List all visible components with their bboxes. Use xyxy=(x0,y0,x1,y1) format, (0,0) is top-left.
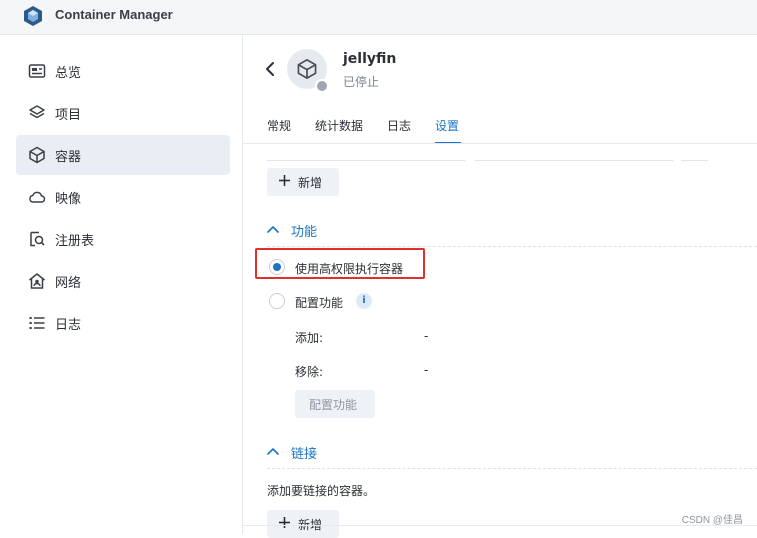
tab-general[interactable]: 常规 xyxy=(267,117,291,134)
sidebar: 总览 项目 容器 映像 注册表 网络 日志 xyxy=(0,35,243,534)
container-status: 已停止 xyxy=(343,75,380,89)
stopped-status-dot xyxy=(315,79,329,93)
section-divider xyxy=(267,468,757,469)
add-button-label: 新增 xyxy=(298,176,323,190)
sidebar-item-containers[interactable]: 容器 xyxy=(16,135,230,175)
section-divider xyxy=(267,246,757,247)
bottom-divider xyxy=(243,525,757,526)
title-bar: Container Manager xyxy=(0,0,757,35)
links-description: 添加要链接的容器。 xyxy=(267,484,376,498)
sidebar-item-label: 总览 xyxy=(55,66,82,81)
remove-caps-label: 移除: xyxy=(295,365,324,379)
container-manager-logo-icon xyxy=(24,6,42,26)
app-title: Container Manager xyxy=(55,7,173,22)
plus-icon xyxy=(279,175,290,186)
add-caps-label: 添加: xyxy=(295,331,324,345)
section-title: 功能 xyxy=(291,225,318,240)
remove-caps-value: - xyxy=(424,363,429,377)
add-button[interactable]: 新增 xyxy=(267,168,339,196)
chevron-up-icon xyxy=(267,226,279,233)
tab-statistics[interactable]: 统计数据 xyxy=(315,117,363,134)
sidebar-item-label: 网络 xyxy=(55,276,82,291)
configure-capabilities-button[interactable]: 配置功能 xyxy=(295,390,375,418)
registry-search-icon xyxy=(30,231,45,247)
sidebar-item-network[interactable]: 网络 xyxy=(16,261,230,301)
sidebar-item-logs[interactable]: 日志 xyxy=(16,303,230,343)
add-caps-value: - xyxy=(424,329,429,343)
sidebar-item-label: 映像 xyxy=(55,192,82,207)
sidebar-item-label: 项目 xyxy=(55,108,82,123)
privileged-radio[interactable] xyxy=(269,259,285,275)
sidebar-item-overview[interactable]: 总览 xyxy=(16,51,230,91)
back-arrow-icon[interactable] xyxy=(263,59,277,79)
configure-capabilities-label: 配置功能 xyxy=(295,296,344,310)
privileged-option-label: 使用高权限执行容器 xyxy=(295,262,404,276)
plus-icon xyxy=(279,517,290,528)
tabs-divider xyxy=(243,143,757,144)
sidebar-item-label: 容器 xyxy=(55,150,82,165)
configure-capabilities-button-label: 配置功能 xyxy=(309,398,358,412)
field-underline xyxy=(681,160,708,161)
layers-icon xyxy=(29,105,45,119)
container-name: jellyfin xyxy=(343,51,397,67)
network-house-icon xyxy=(29,273,45,289)
tab-logs[interactable]: 日志 xyxy=(387,117,411,134)
sidebar-item-registry[interactable]: 注册表 xyxy=(16,219,230,259)
configure-capabilities-radio[interactable] xyxy=(269,293,285,309)
overview-icon xyxy=(28,64,46,78)
field-underline xyxy=(267,160,465,161)
sidebar-item-projects[interactable]: 项目 xyxy=(16,93,230,133)
cube-icon xyxy=(29,146,45,164)
cloud-icon xyxy=(29,191,46,203)
info-icon[interactable]: i xyxy=(356,293,372,309)
watermark: CSDN @佳昌 xyxy=(681,515,743,526)
sidebar-item-label: 注册表 xyxy=(55,234,95,249)
section-title: 链接 xyxy=(291,447,318,462)
tab-settings[interactable]: 设置 xyxy=(435,117,459,134)
field-underline xyxy=(475,160,673,161)
sidebar-item-label: 日志 xyxy=(55,318,82,333)
main-panel: jellyfin 已停止 常规 统计数据 日志 设置 新增 功能 使用高权限执行… xyxy=(243,35,757,538)
cube-icon xyxy=(297,58,317,80)
sidebar-item-images[interactable]: 映像 xyxy=(16,177,230,217)
chevron-up-icon xyxy=(267,448,279,455)
list-icon xyxy=(29,317,45,329)
